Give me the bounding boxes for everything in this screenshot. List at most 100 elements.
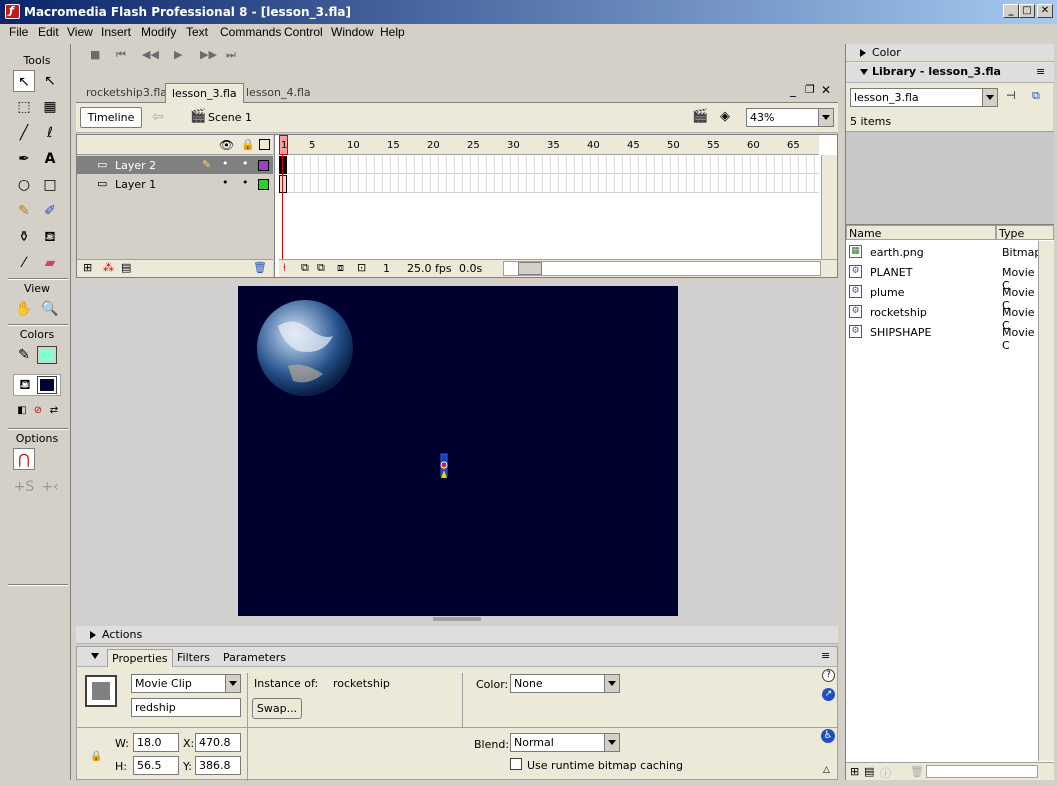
ink-bottle-tool-icon[interactable]: ⚱ bbox=[13, 226, 35, 248]
play-icon[interactable]: ▶ bbox=[174, 48, 182, 61]
maximize-button[interactable]: □ bbox=[1019, 4, 1035, 18]
tab-parameters[interactable]: Parameters bbox=[223, 651, 286, 664]
eyedropper-tool-icon[interactable]: ⁄ bbox=[13, 252, 35, 274]
paint-bucket-tool-icon[interactable]: ⛾ bbox=[39, 226, 61, 248]
text-tool-icon[interactable]: A bbox=[39, 148, 61, 170]
fill-color-swatch[interactable] bbox=[37, 376, 57, 394]
new-library-panel-icon[interactable]: ⧉ bbox=[1032, 89, 1040, 103]
stop-icon[interactable]: ■ bbox=[90, 48, 100, 61]
layer-color-swatch[interactable] bbox=[258, 160, 269, 171]
scene-label[interactable]: Scene 1 bbox=[208, 111, 252, 124]
edit-multiple-frames-icon[interactable]: ⧈ bbox=[337, 261, 344, 275]
library-document-select[interactable]: lesson_3.fla bbox=[850, 88, 998, 107]
frame-ruler[interactable]: 1 5 10 15 20 25 30 35 40 45 50 55 60 65 bbox=[279, 135, 819, 155]
height-field[interactable]: 56.5 bbox=[133, 756, 179, 775]
color-panel-header[interactable]: Color bbox=[846, 44, 1054, 62]
pin-library-icon[interactable]: ⊣ bbox=[1006, 89, 1016, 102]
library-item[interactable]: ▦ earth.png Bitmap bbox=[846, 242, 1041, 262]
close-button[interactable]: ✕ bbox=[1037, 4, 1053, 18]
name-column-header[interactable]: Name bbox=[846, 225, 996, 240]
x-field[interactable]: 470.8 bbox=[195, 733, 241, 752]
new-symbol-icon[interactable]: ⊞ bbox=[850, 765, 859, 778]
library-panel-header[interactable]: Library - lesson_3.fla ≡ bbox=[846, 63, 1054, 83]
menu-help[interactable]: Help bbox=[380, 25, 405, 39]
delete-layer-icon[interactable]: 🗑 bbox=[253, 261, 267, 274]
lasso-tool-icon[interactable]: ℓ bbox=[39, 122, 61, 144]
collapse-panel-icon[interactable]: △ bbox=[823, 765, 830, 775]
tab-lesson-4[interactable]: lesson_4.fla bbox=[240, 83, 317, 103]
layer-row[interactable]: ▭ Layer 2 ✎ • • bbox=[77, 156, 273, 174]
modify-onion-markers-icon[interactable]: ⊡ bbox=[357, 261, 366, 274]
lock-icon[interactable]: 🔒 bbox=[241, 138, 255, 151]
go-to-end-icon[interactable]: ⏭ bbox=[226, 48, 236, 62]
rewind-icon[interactable]: ⏮ bbox=[116, 48, 126, 62]
tab-rocketship3[interactable]: rocketship3.fla bbox=[80, 83, 173, 103]
step-back-icon[interactable]: ◀◀ bbox=[142, 48, 159, 61]
panel-divider-handle[interactable] bbox=[433, 617, 481, 621]
library-options-icon[interactable]: ≡ bbox=[1036, 63, 1045, 81]
width-field[interactable]: 18.0 bbox=[133, 733, 179, 752]
menu-control[interactable]: Control bbox=[284, 25, 323, 39]
hand-tool-icon[interactable]: ✋ bbox=[13, 298, 35, 320]
zoom-select[interactable]: 43% bbox=[746, 108, 834, 127]
swap-button[interactable]: Swap... bbox=[252, 698, 302, 719]
onion-skin-icon[interactable]: ⧉ bbox=[301, 261, 309, 275]
library-item[interactable]: ⚙ rocketship Movie C bbox=[846, 302, 1038, 332]
tab-filters[interactable]: Filters bbox=[177, 651, 210, 664]
add-guide-layer-icon[interactable]: ⁂ bbox=[103, 261, 114, 274]
stage[interactable] bbox=[238, 286, 678, 616]
tab-lesson-3[interactable]: lesson_3.fla bbox=[165, 83, 244, 103]
library-item[interactable]: ⚙ PLANET Movie C bbox=[846, 262, 1038, 292]
minimize-button[interactable]: _ bbox=[1003, 4, 1019, 18]
timeline-vscroll[interactable] bbox=[821, 155, 837, 259]
insert-layer-icon[interactable]: ⊞ bbox=[83, 261, 92, 274]
show-hide-eye-icon[interactable]: 👁 bbox=[219, 138, 234, 152]
menu-insert[interactable]: Insert bbox=[101, 25, 131, 39]
color-effect-select[interactable]: None bbox=[510, 674, 620, 693]
layer-color-swatch[interactable] bbox=[258, 179, 269, 190]
free-transform-tool-icon[interactable]: ⬚ bbox=[13, 96, 35, 118]
fill-transform-tool-icon[interactable]: ▦ bbox=[39, 96, 61, 118]
line-tool-icon[interactable]: ╱ bbox=[13, 122, 35, 144]
library-hscroll[interactable] bbox=[926, 765, 1038, 778]
rocketship-instance[interactable] bbox=[440, 453, 448, 478]
stroke-color-swatch[interactable] bbox=[37, 346, 57, 364]
insert-folder-icon[interactable]: ▤ bbox=[121, 261, 131, 274]
eraser-tool-icon[interactable]: ▰ bbox=[39, 252, 61, 274]
accessibility-icon[interactable]: ♿ bbox=[821, 729, 835, 743]
edit-symbols-icon[interactable]: ◈ bbox=[720, 109, 730, 124]
back-arrow-icon[interactable]: ⇦ bbox=[152, 109, 164, 125]
delete-icon[interactable]: 🗑 bbox=[910, 765, 924, 778]
blend-select[interactable]: Normal bbox=[510, 733, 620, 752]
bitmap-caching-checkbox[interactable] bbox=[510, 758, 522, 770]
instance-name-field[interactable]: redship bbox=[131, 698, 241, 717]
snap-to-objects-icon[interactable]: ⋂ bbox=[13, 448, 35, 470]
close-doc-icon[interactable]: ✕ bbox=[821, 83, 831, 97]
outline-icon[interactable] bbox=[259, 139, 270, 150]
pencil-tool-icon[interactable]: ✎ bbox=[13, 200, 35, 222]
library-item[interactable]: ⚙ SHIPSHAPE Movie C bbox=[846, 322, 1038, 352]
edit-scene-icon[interactable]: 🎬 bbox=[692, 109, 708, 124]
frames-row[interactable] bbox=[279, 175, 819, 193]
library-vscroll[interactable] bbox=[1038, 241, 1054, 761]
frame-rate[interactable]: 25.0 fps bbox=[407, 262, 452, 275]
timeline-button[interactable]: Timeline bbox=[80, 107, 142, 128]
rectangle-tool-icon[interactable]: □ bbox=[39, 174, 61, 196]
symbol-type-select[interactable]: Movie Clip bbox=[131, 674, 241, 693]
pen-tool-icon[interactable]: ✒ bbox=[13, 148, 35, 170]
menu-window[interactable]: Window bbox=[331, 25, 374, 39]
onion-outline-icon[interactable]: ⧉ bbox=[317, 261, 325, 275]
lock-aspect-icon[interactable]: 🔒 bbox=[90, 751, 102, 762]
menu-view[interactable]: View bbox=[67, 25, 93, 39]
frames-row[interactable] bbox=[279, 156, 819, 174]
center-frame-icon[interactable]: ⍿ bbox=[283, 261, 286, 275]
earth-image[interactable] bbox=[257, 300, 353, 396]
library-item[interactable]: ⚙ plume Movie C bbox=[846, 282, 1038, 312]
new-folder-icon[interactable]: ▤ bbox=[864, 765, 874, 778]
y-field[interactable]: 386.8 bbox=[195, 756, 241, 775]
edit-actions-icon[interactable]: ↗ bbox=[822, 688, 835, 701]
menu-text[interactable]: Text bbox=[186, 25, 208, 39]
selection-tool-icon[interactable]: ↖ bbox=[13, 70, 35, 92]
tab-properties[interactable]: Properties bbox=[107, 649, 173, 667]
timeline-hscroll[interactable] bbox=[503, 261, 821, 276]
